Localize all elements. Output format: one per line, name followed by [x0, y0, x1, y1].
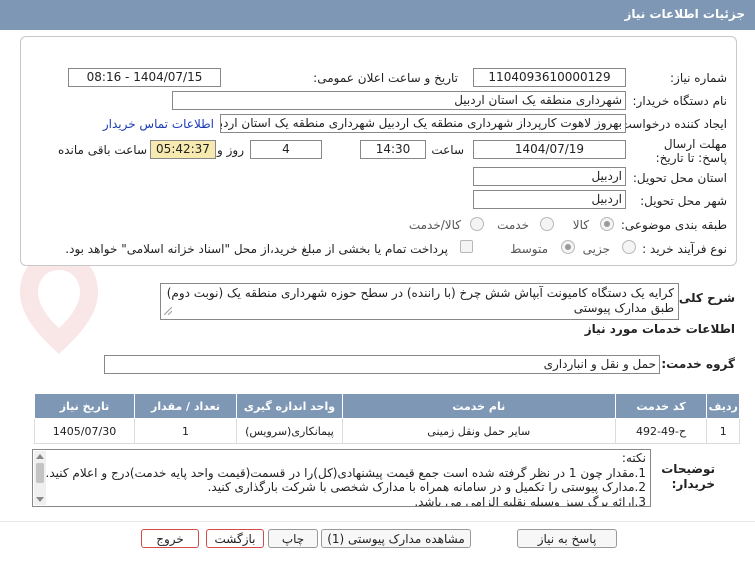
category-goods-service-label: کالا/خدمت: [408, 218, 461, 232]
treasury-payment-checkbox[interactable]: [460, 240, 473, 253]
category-radio-goods-service[interactable]: [470, 217, 484, 231]
deadline-date-field: 1404/07/19: [473, 140, 626, 159]
col-unit: واحد اندازه گیری: [235, 393, 343, 419]
col-row-number: ردیف: [706, 393, 740, 419]
delivery-city-label: شهر محل تحویل:: [640, 194, 727, 208]
deadline-label: مهلت ارسال پاسخ: تا تاریخ:: [655, 137, 727, 165]
process-radio-minor[interactable]: [622, 240, 636, 254]
col-service-name: نام خدمت: [341, 393, 616, 419]
footer-divider: [0, 521, 755, 522]
category-radio-goods[interactable]: [600, 217, 614, 231]
services-table-header: ردیف کد خدمت نام خدمت واحد اندازه گیری ت…: [34, 393, 740, 419]
category-service-label: خدمت: [497, 218, 529, 232]
window-title: جزئیات اطلاعات نیاز: [624, 7, 745, 21]
back-button[interactable]: بازگشت: [206, 529, 264, 548]
buyer-notes-label-line2: خریدار:: [671, 477, 715, 491]
table-row: 1 ح-49-492 سایر حمل ونقل زمینی پیمانکاری…: [34, 418, 740, 444]
note-line: 1.مقدار چون 1 در نظر گرفته شده است جمع ق…: [45, 465, 646, 480]
category-goods-label: کالا: [572, 218, 589, 232]
need-number-field: 1104093610000129: [473, 68, 626, 87]
note-line: 2.مدارک پیوستی را تکمیل و در سامانه همرا…: [207, 480, 646, 494]
cell-service-code: ح-49-492: [614, 418, 708, 444]
cell-row-number: 1: [706, 418, 740, 444]
col-quantity: تعداد / مقدار: [134, 393, 237, 419]
view-attachments-button[interactable]: مشاهده مدارک پیوستی (1): [321, 529, 471, 548]
print-button[interactable]: چاپ: [268, 529, 318, 548]
remaining-time-label: ساعت باقی مانده: [57, 143, 147, 157]
need-summary-field: کرایه یک دستگاه کامیونت آبپاش شش چرخ (با…: [160, 283, 679, 320]
scroll-up-arrow-icon[interactable]: [36, 454, 44, 459]
service-group-label: گروه خدمت:: [661, 357, 735, 371]
remaining-time-field: 05:42:37: [150, 140, 216, 159]
services-table: ردیف کد خدمت نام خدمت واحد اندازه گیری ت…: [34, 393, 740, 444]
days-label: روز و: [217, 143, 244, 157]
need-number-label: شماره نیاز:: [670, 71, 727, 85]
process-minor-label: جزیی: [582, 242, 610, 256]
remaining-days-field: 4: [250, 140, 322, 159]
scroll-down-arrow-icon[interactable]: [36, 497, 44, 502]
category-label: طبقه بندی موضوعی:: [620, 218, 727, 232]
services-section-title: اطلاعات خدمات مورد نیاز: [584, 322, 735, 336]
deadline-time-field: 14:30: [360, 140, 426, 159]
delivery-city-field: اردبیل: [473, 190, 626, 209]
buyer-org-field: شهرداری منطقه یک استان اردبیل: [172, 91, 626, 110]
process-type-label: نوع فرآیند خرید :: [642, 242, 727, 256]
cell-service-name: سایر حمل ونقل زمینی: [341, 418, 616, 444]
note-line: نکته:: [621, 451, 646, 465]
buyer-notes-field: نکته: 1.مقدار چون 1 در نظر گرفته شده است…: [32, 449, 651, 507]
exit-button[interactable]: خروج: [141, 529, 199, 548]
delivery-province-label: استان محل تحویل:: [632, 171, 727, 185]
buyer-notes-label-line1: توضیحات: [661, 462, 715, 476]
scroll-thumb[interactable]: [36, 463, 44, 483]
service-group-field: حمل و نقل و انبارداری: [104, 355, 660, 374]
process-medium-label: متوسط: [510, 242, 548, 256]
notes-scrollbar[interactable]: [34, 451, 46, 505]
deadline-time-label: ساعت: [431, 143, 464, 157]
cell-quantity: 1: [134, 418, 237, 444]
buyer-contact-link[interactable]: اطلاعات تماس خریدار: [103, 117, 214, 131]
request-creator-label: ایجاد کننده درخواست:: [616, 117, 727, 131]
treasury-payment-text: پرداخت تمام یا بخشی از مبلغ خرید،از محل …: [65, 242, 448, 256]
window-titlebar: جزئیات اطلاعات نیاز: [0, 0, 755, 30]
delivery-province-field: اردبیل: [473, 167, 626, 186]
process-radio-medium[interactable]: [561, 240, 575, 254]
announce-datetime-label: تاریخ و ساعت اعلان عمومی:: [313, 71, 458, 85]
request-creator-field: بهروز لاهوت کارپرداز شهرداری منطقه یک ار…: [220, 114, 626, 133]
resize-grip-icon[interactable]: [164, 307, 172, 315]
buyer-org-label: نام دستگاه خریدار:: [632, 94, 728, 108]
reply-to-need-button[interactable]: پاسخ به نیاز: [517, 529, 617, 548]
cell-unit: پیمانکاری(سرویس): [235, 418, 343, 444]
cell-need-date: 1405/07/30: [34, 418, 135, 444]
col-need-date: تاریخ نیاز: [34, 393, 135, 419]
category-radio-service[interactable]: [540, 217, 554, 231]
announce-datetime-field: 1404/07/15 - 08:16: [68, 68, 221, 87]
col-service-code: کد خدمت: [614, 393, 708, 419]
note-line: 3.ارائه برگ سبز وسیله نقلیه الزامی می با…: [414, 494, 646, 507]
